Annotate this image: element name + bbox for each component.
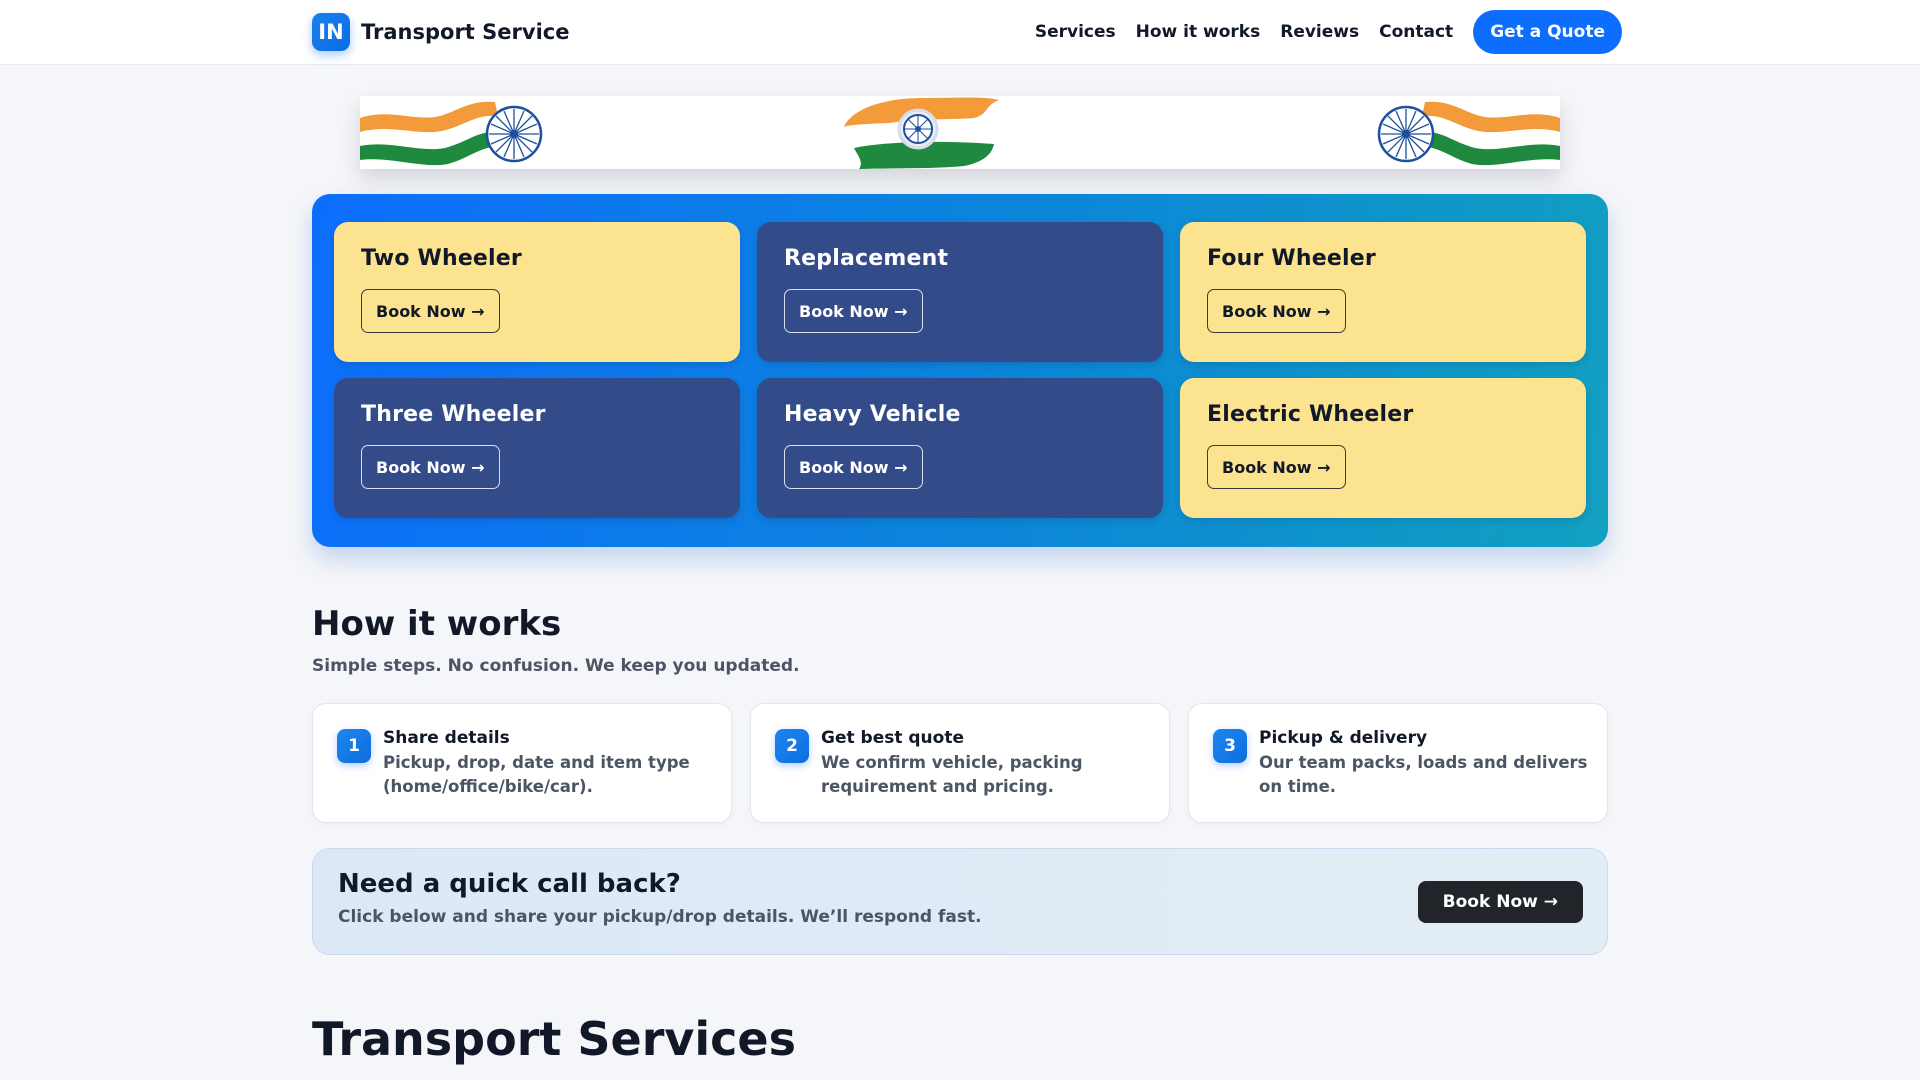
service-card-four-wheeler: Four Wheeler Book Now → — [1180, 222, 1586, 362]
step-card-1: 1 Share details Pickup, drop, date and i… — [312, 703, 732, 823]
nav-link-reviews[interactable]: Reviews — [1280, 22, 1359, 42]
step-description: Our team packs, loads and delivers on ti… — [1259, 753, 1588, 796]
service-title: Heavy Vehicle — [784, 402, 961, 427]
service-title: Replacement — [784, 246, 949, 271]
callback-book-now-button[interactable]: Book Now → — [1417, 881, 1583, 923]
step-title: Pickup & delivery — [1259, 728, 1428, 748]
get-quote-button[interactable]: Get a Quote — [1473, 10, 1622, 54]
top-navbar: IN Transport Service Services How it wor… — [0, 0, 1920, 65]
callback-banner: Need a quick call back? Click below and … — [312, 848, 1608, 955]
service-card-two-wheeler: Two Wheeler Book Now → — [334, 222, 740, 362]
flag-ribbon-right-icon — [1377, 101, 1560, 166]
main-nav: Services How it works Reviews Contact Ge… — [1015, 10, 1622, 54]
step-title: Get best quote — [821, 728, 964, 748]
step-description: Pickup, drop, date and item type (home/o… — [383, 753, 690, 796]
service-title: Four Wheeler — [1207, 246, 1376, 271]
callback-title: Need a quick call back? — [338, 869, 681, 899]
service-booking-panel: Two Wheeler Book Now → Replacement Book … — [312, 194, 1608, 547]
service-title: Three Wheeler — [361, 402, 546, 427]
transport-services-heading: Transport Services — [312, 1012, 797, 1066]
brand[interactable]: IN Transport Service — [312, 13, 569, 51]
service-card-replacement: Replacement Book Now → — [757, 222, 1163, 362]
flag-brush-center-icon — [844, 97, 999, 169]
book-now-heavy-vehicle-button[interactable]: Book Now → — [784, 445, 923, 489]
step-title: Share details — [383, 728, 510, 748]
book-now-replacement-button[interactable]: Book Now → — [784, 289, 923, 333]
service-title: Two Wheeler — [361, 246, 522, 271]
book-now-electric-wheeler-button[interactable]: Book Now → — [1207, 445, 1346, 489]
step-number-badge: 3 — [1213, 729, 1247, 763]
step-card-3: 3 Pickup & delivery Our team packs, load… — [1188, 703, 1608, 823]
service-card-heavy-vehicle: Heavy Vehicle Book Now → — [757, 378, 1163, 518]
nav-link-how-it-works[interactable]: How it works — [1136, 22, 1261, 42]
service-title: Electric Wheeler — [1207, 402, 1414, 427]
book-now-three-wheeler-button[interactable]: Book Now → — [361, 445, 500, 489]
brand-logo: IN — [312, 13, 350, 51]
step-number-badge: 1 — [337, 729, 371, 763]
service-card-three-wheeler: Three Wheeler Book Now → — [334, 378, 740, 518]
nav-link-services[interactable]: Services — [1035, 22, 1116, 42]
callback-subtitle: Click below and share your pickup/drop d… — [338, 907, 982, 927]
service-card-electric-wheeler: Electric Wheeler Book Now → — [1180, 378, 1586, 518]
step-number-badge: 2 — [775, 729, 809, 763]
flag-ribbon-left-icon — [360, 101, 543, 166]
nav-link-contact[interactable]: Contact — [1379, 22, 1453, 42]
book-now-four-wheeler-button[interactable]: Book Now → — [1207, 289, 1346, 333]
indian-flag-banner — [360, 96, 1560, 169]
step-card-2: 2 Get best quote We confirm vehicle, pac… — [750, 703, 1170, 823]
step-description: We confirm vehicle, packing requirement … — [821, 753, 1083, 796]
book-now-two-wheeler-button[interactable]: Book Now → — [361, 289, 500, 333]
brand-name: Transport Service — [361, 20, 570, 44]
how-it-works-heading: How it works — [312, 604, 562, 644]
how-it-works-subtitle: Simple steps. No confusion. We keep you … — [312, 656, 800, 676]
